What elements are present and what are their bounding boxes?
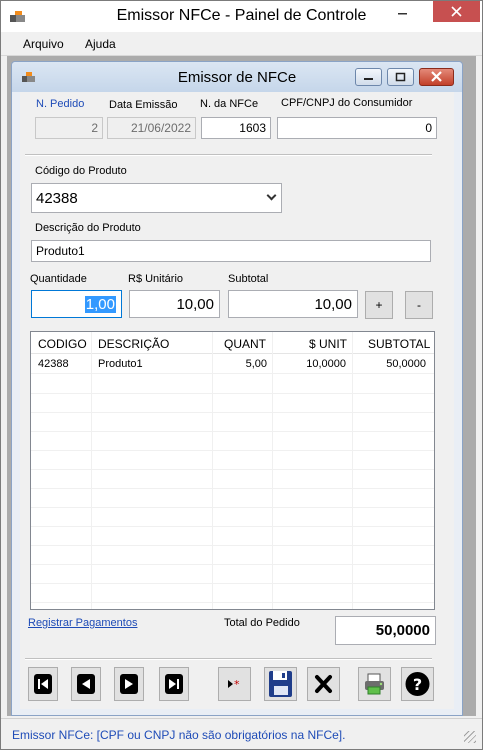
status-bar: Emissor NFCe: [CPF ou CNPJ não são obrig…	[1, 718, 482, 749]
first-record-button[interactable]	[28, 667, 58, 701]
last-record-button[interactable]	[159, 667, 189, 701]
total-label: Total do Pedido	[224, 617, 300, 629]
table-row-empty	[31, 489, 434, 508]
items-table[interactable]: CODIGO DESCRIÇÃO QUANT $ UNIT SUBTOTAL 4…	[30, 331, 435, 610]
codigo-produto-label: Código do Produto	[35, 165, 127, 177]
table-row-empty	[31, 584, 434, 603]
table-row-empty	[31, 546, 434, 565]
unitario-field[interactable]: 10,00	[129, 290, 220, 318]
new-item-icon: *	[228, 678, 240, 691]
quantidade-value: 1,00	[84, 296, 116, 313]
status-text: Emissor NFCe: [CPF ou CNPJ não são obrig…	[12, 728, 346, 742]
nfce-minimize-button[interactable]	[355, 68, 382, 86]
col-unit[interactable]: $ UNIT	[309, 337, 347, 351]
main-window: Emissor NFCe - Painel de Controle Arquiv…	[0, 0, 483, 750]
descricao-produto-label: Descrição do Produto	[35, 222, 141, 234]
data-emissao-label: Data Emissão	[109, 99, 178, 111]
total-field: 50,0000	[335, 616, 436, 645]
quantidade-field[interactable]: 1,00	[31, 290, 122, 318]
next-record-button[interactable]	[114, 667, 144, 701]
cell-quant: 5,00	[245, 358, 267, 370]
cell-codigo: 42388	[38, 358, 69, 370]
pedido-label: N. Pedido	[36, 98, 85, 110]
main-title-bar: Emissor NFCe - Painel de Controle	[1, 1, 482, 32]
col-quant[interactable]: QUANT	[224, 337, 266, 351]
table-row-empty	[31, 527, 434, 546]
divider	[25, 154, 432, 156]
save-button[interactable]	[264, 667, 297, 701]
cpf-label: CPF/CNPJ do Consumidor	[281, 97, 413, 109]
quantidade-label: Quantidade	[30, 273, 87, 285]
pedido-field: 2	[35, 117, 103, 139]
divider	[25, 658, 432, 660]
previous-icon	[77, 674, 95, 694]
table-row-empty	[31, 375, 434, 394]
cell-descricao: Produto1	[98, 358, 143, 370]
menu-bar: Arquivo Ajuda	[1, 32, 482, 56]
codigo-produto-select[interactable]: 42388	[31, 183, 282, 213]
table-row-empty	[31, 470, 434, 489]
next-icon	[120, 674, 138, 694]
nfce-title-bar[interactable]: Emissor de NFCe	[12, 62, 462, 92]
subtotal-label: Subtotal	[228, 273, 269, 285]
help-button[interactable]: ?	[401, 667, 434, 701]
print-button[interactable]	[358, 667, 391, 701]
table-row-empty	[31, 432, 434, 451]
nfce-number-label: N. da NFCe	[200, 98, 259, 110]
help-icon: ?	[405, 672, 430, 696]
resize-grip-icon[interactable]	[464, 731, 476, 743]
previous-record-button[interactable]	[71, 667, 101, 701]
cancel-icon	[315, 675, 332, 693]
registrar-pagamentos-link[interactable]: Registrar Pagamentos	[28, 617, 137, 629]
new-item-button[interactable]: *	[218, 667, 251, 701]
unitario-label: R$ Unitário	[128, 273, 184, 285]
chevron-down-icon	[266, 190, 277, 201]
svg-text:*: *	[234, 678, 240, 691]
close-button[interactable]	[433, 1, 480, 22]
table-row-empty	[31, 413, 434, 432]
add-item-button[interactable]: +	[365, 291, 393, 319]
remove-item-button[interactable]: -	[405, 291, 433, 319]
cell-unit: 10,0000	[306, 358, 346, 370]
col-codigo[interactable]: CODIGO	[38, 337, 87, 351]
minimize-icon	[398, 13, 407, 15]
first-icon	[34, 674, 52, 694]
last-icon	[165, 674, 183, 694]
svg-text:?: ?	[413, 675, 422, 694]
nfce-maximize-button[interactable]	[387, 68, 414, 86]
table-row-empty	[31, 565, 434, 584]
data-emissao-field: 21/06/2022	[107, 117, 196, 139]
table-row-empty	[31, 508, 434, 527]
nfce-close-button[interactable]	[419, 68, 454, 86]
table-row[interactable]: 42388 Produto1 5,00 10,0000 50,0000	[31, 355, 434, 374]
cpf-field[interactable]: 0	[277, 117, 437, 139]
cancel-button[interactable]	[307, 667, 340, 701]
cell-subtotal: 50,0000	[386, 358, 426, 370]
close-icon	[451, 6, 462, 17]
save-icon	[269, 671, 292, 697]
minimize-icon	[364, 78, 373, 80]
nfce-number-field[interactable]: 1603	[201, 117, 271, 139]
maximize-icon	[395, 72, 406, 82]
table-row-empty	[31, 451, 434, 470]
menu-arquivo[interactable]: Arquivo	[23, 37, 64, 51]
menu-ajuda[interactable]: Ajuda	[85, 37, 116, 51]
col-subtotal[interactable]: SUBTOTAL	[368, 337, 430, 351]
print-icon	[365, 673, 384, 695]
col-descricao[interactable]: DESCRIÇÃO	[98, 337, 169, 351]
descricao-produto-field[interactable]: Produto1	[31, 240, 431, 262]
table-row-empty	[31, 394, 434, 413]
subtotal-field: 10,00	[228, 290, 358, 318]
codigo-produto-value: 42388	[36, 190, 78, 207]
close-icon	[431, 71, 442, 82]
minimize-button[interactable]	[389, 1, 415, 22]
